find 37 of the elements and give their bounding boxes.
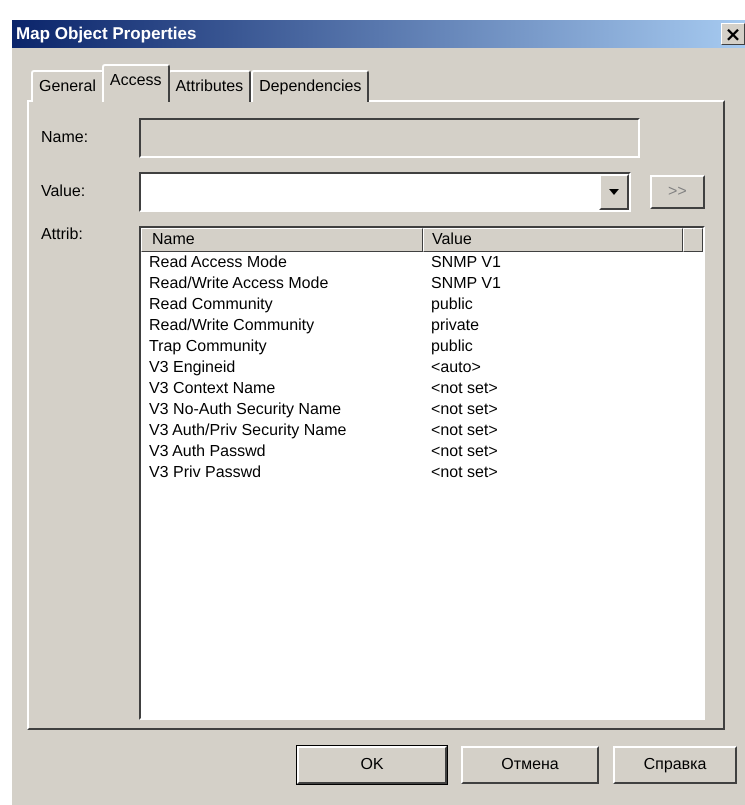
- list-cell[interactable]: Read/Write Community: [141, 316, 423, 334]
- tab[interactable]: Attributes: [168, 70, 252, 102]
- list-cell[interactable]: public: [423, 296, 473, 314]
- window-title: Map Object Properties: [16, 24, 196, 44]
- value-combobox[interactable]: [139, 172, 631, 212]
- list-cell[interactable]: SNMP V1: [423, 254, 501, 272]
- dialog-button[interactable]: Справка: [613, 746, 737, 784]
- dialog-button[interactable]: OK: [297, 746, 447, 784]
- list-cell[interactable]: V3 Auth Passwd: [141, 442, 423, 460]
- column-header[interactable]: Value: [423, 228, 683, 252]
- list-cell[interactable]: <not set>: [423, 380, 498, 398]
- list-cell[interactable]: V3 Priv Passwd: [141, 464, 423, 482]
- dialog-button[interactable]: Отмена: [461, 746, 599, 784]
- tab[interactable]: General: [31, 70, 104, 102]
- list-cell[interactable]: Trap Community: [141, 338, 423, 356]
- list-cell[interactable]: <not set>: [423, 464, 498, 482]
- field-label: Value:: [41, 183, 86, 201]
- list-cell[interactable]: V3 Context Name: [141, 380, 423, 398]
- list-cell[interactable]: V3 Auth/Priv Security Name: [141, 422, 423, 440]
- list-cell[interactable]: V3 Engineid: [141, 358, 423, 376]
- list-cell[interactable]: Read Community: [141, 296, 423, 314]
- column-header[interactable]: Name: [141, 228, 423, 252]
- list-cell[interactable]: Read Access Mode: [141, 254, 423, 272]
- list-cell[interactable]: <not set>: [423, 442, 498, 460]
- list-cell[interactable]: Read/Write Access Mode: [141, 274, 423, 292]
- list-cell[interactable]: <not set>: [423, 422, 498, 440]
- list-cell[interactable]: private: [423, 316, 480, 334]
- list-cell[interactable]: SNMP V1: [423, 274, 501, 292]
- close-button[interactable]: ×: [721, 23, 745, 45]
- list-cell[interactable]: <not set>: [423, 400, 498, 418]
- list-cell[interactable]: V3 No-Auth Security Name: [141, 400, 423, 418]
- field-label: Attrib:: [41, 226, 84, 244]
- field-label: Name:: [41, 129, 90, 147]
- tab[interactable]: Access: [102, 64, 170, 102]
- tab[interactable]: Dependencies: [251, 70, 370, 102]
- list-cell[interactable]: public: [423, 338, 473, 356]
- list-cell[interactable]: <auto>: [423, 358, 481, 376]
